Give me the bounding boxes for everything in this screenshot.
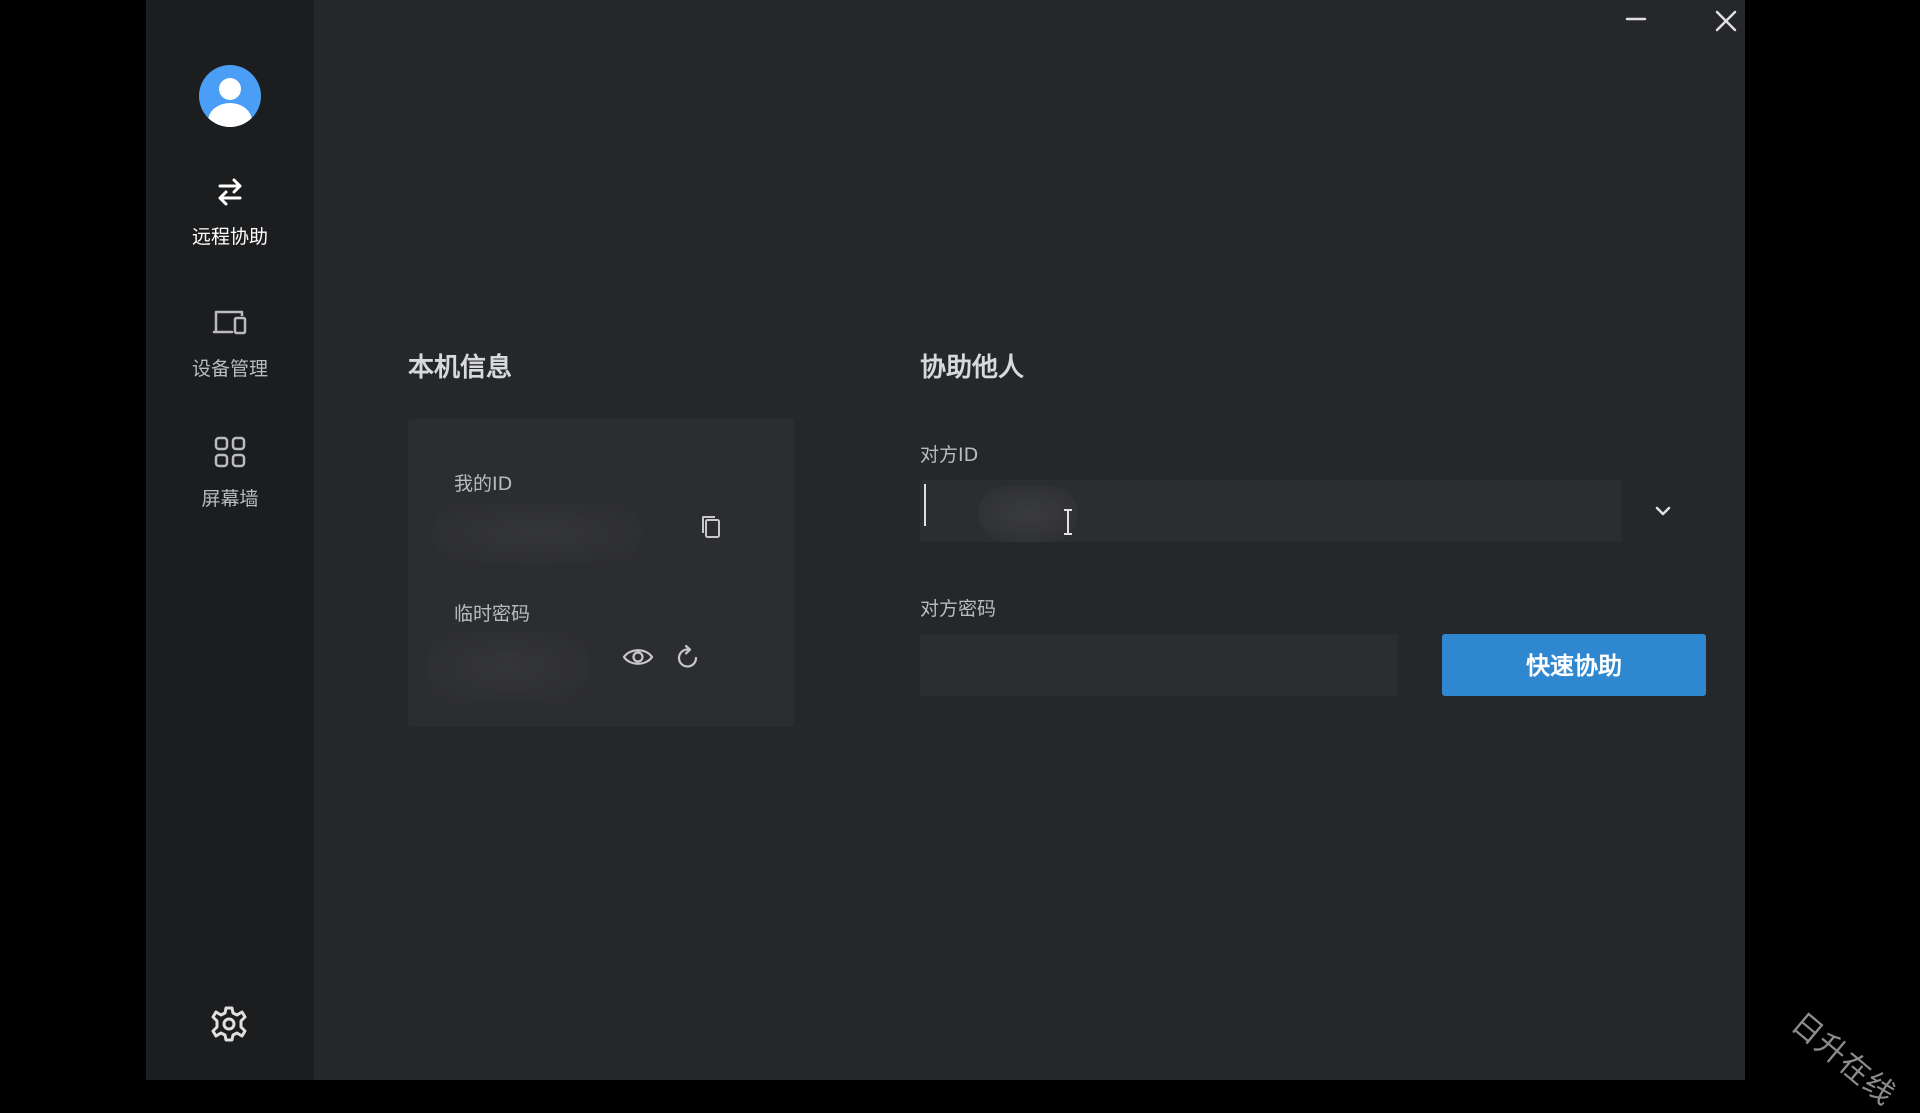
avatar-body [208, 103, 252, 127]
sidebar-item-remote-assist[interactable]: 远程协助 [146, 172, 314, 268]
sidebar-item-label: 远程协助 [191, 226, 268, 248]
chevron-down-icon[interactable] [1648, 496, 1678, 526]
avatar-head [219, 78, 241, 100]
local-info-title: 本机信息 [408, 353, 513, 383]
refresh-icon[interactable] [672, 641, 704, 673]
app-window: 远程协助 设备管理 屏幕墙 本机信息 我的ID 临时密码 协助他人 对方ID 对… [146, 0, 1745, 1080]
grid-icon [214, 436, 246, 468]
assist-others-title: 协助他人 [920, 353, 1025, 383]
watermark: 日升在线 [1784, 1006, 1902, 1113]
avatar[interactable] [199, 65, 261, 127]
temp-password-value [428, 631, 588, 703]
sidebar-item-label: 屏幕墙 [201, 488, 259, 510]
devices-icon [212, 310, 247, 335]
peer-password-input[interactable] [920, 634, 1398, 696]
eye-icon[interactable] [622, 641, 654, 673]
my-id-value [432, 503, 642, 563]
swap-arrows-icon [218, 178, 242, 206]
text-cursor-icon [1064, 509, 1072, 535]
peer-password-label: 对方密码 [920, 598, 997, 620]
peer-id-label: 对方ID [920, 444, 979, 466]
sidebar-item-screen-wall[interactable]: 屏幕墙 [146, 434, 314, 530]
local-info-card: 我的ID 临时密码 [408, 419, 794, 727]
temp-password-label: 临时密码 [454, 603, 531, 625]
gear-icon[interactable] [209, 1004, 249, 1044]
quick-assist-button[interactable]: 快速协助 [1442, 634, 1706, 696]
my-id-label: 我的ID [454, 473, 513, 495]
sidebar-item-label: 设备管理 [191, 358, 268, 380]
sidebar: 远程协助 设备管理 屏幕墙 [146, 0, 314, 1080]
copy-icon[interactable] [696, 511, 728, 543]
close-icon[interactable] [1705, 4, 1745, 44]
input-caret [924, 484, 926, 526]
sidebar-item-device-management[interactable]: 设备管理 [146, 304, 314, 400]
minimize-icon[interactable] [1617, 4, 1657, 44]
